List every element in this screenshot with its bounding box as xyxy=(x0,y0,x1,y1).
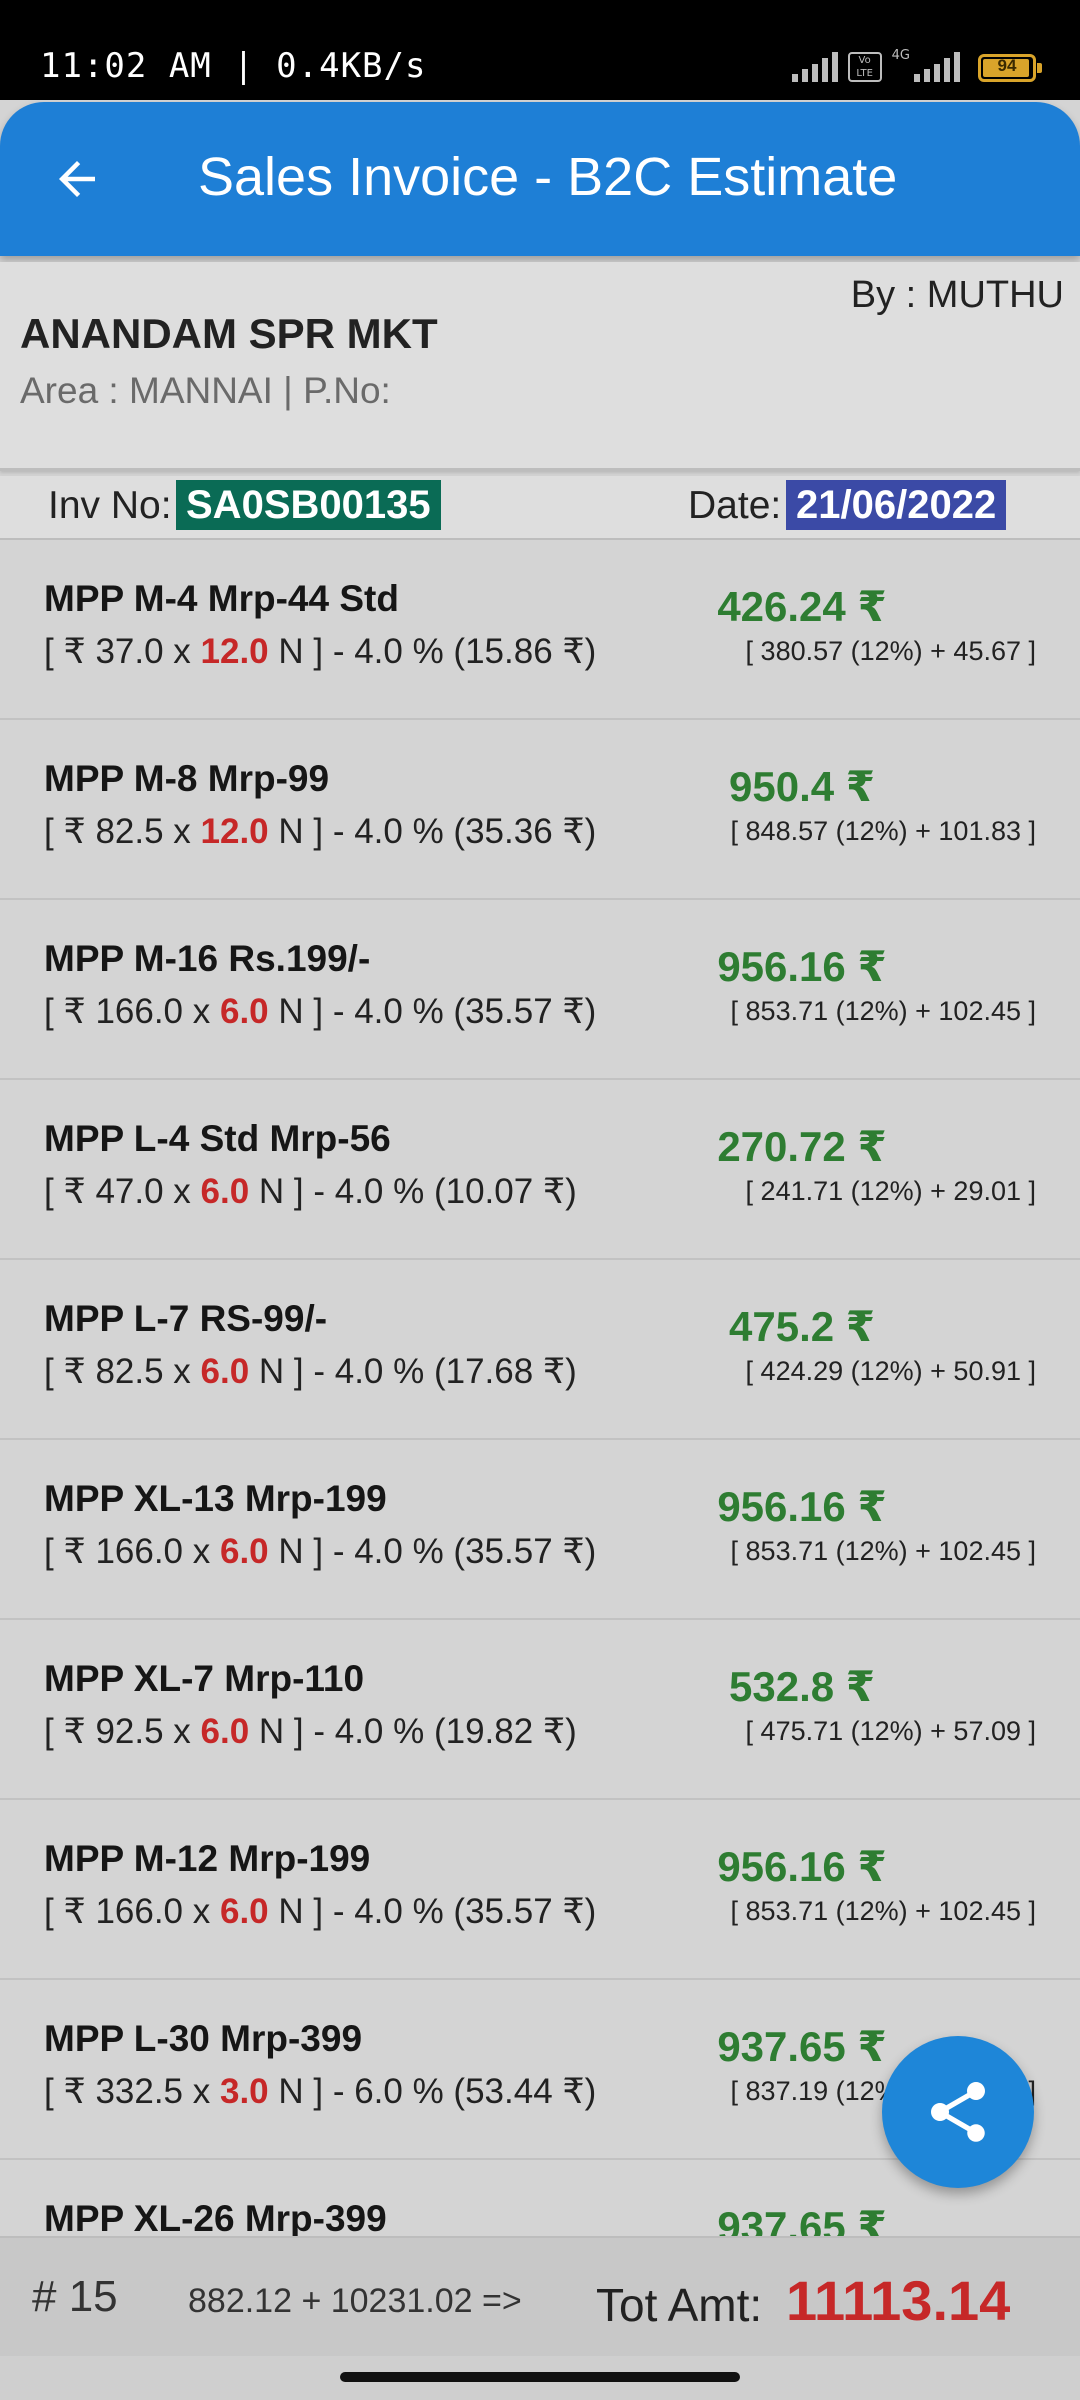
list-item[interactable]: MPP L-7 RS-99/- [ ₹ 82.5 x 6.0 N ] - 4.0… xyxy=(0,1260,1080,1440)
list-item[interactable]: MPP XL-13 Mrp-199 [ ₹ 166.0 x 6.0 N ] - … xyxy=(0,1440,1080,1620)
invoice-number: SA0SB00135 xyxy=(176,480,441,530)
item-qty: 6.0 xyxy=(200,1712,250,1751)
item-detail: [ ₹ 37.0 x 12.0 N ] - 4.0 % (15.86 ₹) xyxy=(44,632,597,671)
list-item[interactable]: MPP M-12 Mrp-199 [ ₹ 166.0 x 6.0 N ] - 4… xyxy=(0,1800,1080,1980)
volte-icon: Vo LTE xyxy=(847,52,882,82)
item-detail: [ ₹ 92.5 x 6.0 N ] - 4.0 % (19.82 ₹) xyxy=(44,1712,577,1751)
item-tax: [ 424.29 (12%) + 50.91 ] xyxy=(745,1356,1036,1386)
totals-footer: # 15 882.12 + 10231.02 => Tot Amt: 11113… xyxy=(0,2236,1080,2358)
item-tax: [ 241.71 (12%) + 29.01 ] xyxy=(745,1176,1036,1206)
item-amount: 475.2 ₹ xyxy=(729,1303,875,1350)
item-detail: [ ₹ 332.5 x 3.0 N ] - 6.0 % (53.44 ₹) xyxy=(44,2072,597,2111)
system-nav-bar xyxy=(0,2356,1080,2400)
item-qty: 3.0 xyxy=(219,2072,269,2111)
customer-area: Area : MANNAI | P.No: xyxy=(20,370,391,411)
sum-expression: 882.12 + 10231.02 => xyxy=(188,2282,522,2320)
item-amount: 937.65 ₹ xyxy=(717,2203,887,2236)
date-label: Date: xyxy=(688,484,782,527)
item-qty: 6.0 xyxy=(219,1532,269,1571)
item-amount: 270.72 ₹ xyxy=(717,1123,887,1170)
item-name: MPP XL-26 Mrp-399 xyxy=(44,2198,387,2236)
item-name: MPP XL-7 Mrp-110 xyxy=(44,1658,365,1699)
item-detail: [ ₹ 82.5 x 6.0 N ] - 4.0 % (17.68 ₹) xyxy=(44,1352,577,1391)
item-name: MPP XL-13 Mrp-199 xyxy=(44,1478,387,1519)
item-name: MPP M-8 Mrp-99 xyxy=(44,758,330,799)
item-name: MPP L-4 Std Mrp-56 xyxy=(44,1118,391,1159)
list-item[interactable]: MPP XL-7 Mrp-110 [ ₹ 92.5 x 6.0 N ] - 4.… xyxy=(0,1620,1080,1800)
status-time-speed: 11:02 AM | 0.4KB/s xyxy=(40,46,427,86)
item-tax: [ 380.57 (12%) + 45.67 ] xyxy=(745,636,1036,666)
invoice-number-label: Inv No: xyxy=(48,484,172,527)
item-amount: 950.4 ₹ xyxy=(729,763,875,810)
network-type-label: 4G xyxy=(891,48,910,63)
share-icon xyxy=(931,2082,985,2142)
item-amount: 426.24 ₹ xyxy=(717,583,887,630)
item-tax: [ 848.57 (12%) + 101.83 ] xyxy=(730,816,1036,846)
signal-icon-2 xyxy=(914,50,960,82)
home-indicator[interactable] xyxy=(340,2372,740,2382)
item-tax: [ 853.71 (12%) + 102.45 ] xyxy=(730,1536,1036,1566)
item-qty: 6.0 xyxy=(200,1352,250,1391)
item-detail: [ ₹ 82.5 x 12.0 N ] - 4.0 % (35.36 ₹) xyxy=(44,812,597,851)
salesperson-label: By : MUTHU xyxy=(850,274,1064,316)
item-name: MPP M-16 Rs.199/- xyxy=(44,938,371,979)
item-count: # 15 xyxy=(32,2272,118,2321)
item-tax: [ 853.71 (12%) + 102.45 ] xyxy=(730,1896,1036,1926)
list-item[interactable]: MPP M-16 Rs.199/- [ ₹ 166.0 x 6.0 N ] - … xyxy=(0,900,1080,1080)
item-detail: [ ₹ 47.0 x 6.0 N ] - 4.0 % (10.07 ₹) xyxy=(44,1172,577,1211)
share-button[interactable] xyxy=(882,2036,1034,2188)
item-qty: 12.0 xyxy=(200,812,269,851)
item-tax: [ 475.71 (12%) + 57.09 ] xyxy=(745,1716,1036,1746)
item-amount: 956.16 ₹ xyxy=(717,943,887,990)
item-qty: 6.0 xyxy=(219,992,269,1031)
invoice-date: 21/06/2022 xyxy=(786,480,1007,530)
customer-name: ANANDAM SPR MKT xyxy=(20,310,438,357)
item-name: MPP L-30 Mrp-399 xyxy=(44,2018,363,2059)
battery-level: 94 xyxy=(997,56,1017,75)
signal-icon xyxy=(791,50,838,82)
item-tax: [ 853.71 (12%) + 102.45 ] xyxy=(730,996,1036,1026)
status-icons: Vo LTE 4G 94 xyxy=(791,48,1042,82)
arrow-left-icon[interactable] xyxy=(50,152,104,206)
item-qty: 6.0 xyxy=(200,1172,250,1211)
item-name: MPP L-7 RS-99/- xyxy=(44,1298,328,1339)
total-amount: 11113.14 xyxy=(786,2269,1011,2332)
item-qty: 12.0 xyxy=(200,632,269,671)
item-amount: 532.8 ₹ xyxy=(729,1663,875,1710)
app-bar: Sales Invoice - B2C Estimate xyxy=(0,102,1080,256)
list-item[interactable]: MPP M-4 Mrp-44 Std [ ₹ 37.0 x 12.0 N ] -… xyxy=(0,540,1080,720)
item-qty: 6.0 xyxy=(219,1892,269,1931)
battery-icon: 94 xyxy=(978,54,1042,82)
invoice-items-list[interactable]: MPP M-4 Mrp-44 Std [ ₹ 37.0 x 12.0 N ] -… xyxy=(0,540,1080,2236)
invoice-info: Inv No: SA0SB00135 Date: 21/06/2022 xyxy=(0,476,1080,541)
customer-card: By : MUTHU ANANDAM SPR MKT Area : MANNAI… xyxy=(0,262,1080,471)
item-detail: [ ₹ 166.0 x 6.0 N ] - 4.0 % (35.57 ₹) xyxy=(44,1532,597,1571)
page-title: Sales Invoice - B2C Estimate xyxy=(198,147,898,207)
item-detail: [ ₹ 166.0 x 6.0 N ] - 4.0 % (35.57 ₹) xyxy=(44,1892,597,1931)
item-detail: [ ₹ 166.0 x 6.0 N ] - 4.0 % (35.57 ₹) xyxy=(44,992,597,1031)
item-name: MPP M-12 Mrp-199 xyxy=(44,1838,371,1879)
item-amount: 956.16 ₹ xyxy=(717,1843,887,1890)
item-amount: 956.16 ₹ xyxy=(717,1483,887,1530)
item-name: MPP M-4 Mrp-44 Std xyxy=(44,578,399,619)
status-bar: 11:02 AM | 0.4KB/s Vo LTE 4G 94 xyxy=(0,0,1080,100)
total-label: Tot Amt: xyxy=(596,2279,763,2331)
list-item[interactable]: MPP L-4 Std Mrp-56 [ ₹ 47.0 x 6.0 N ] - … xyxy=(0,1080,1080,1260)
list-item[interactable]: MPP M-8 Mrp-99 [ ₹ 82.5 x 12.0 N ] - 4.0… xyxy=(0,720,1080,900)
